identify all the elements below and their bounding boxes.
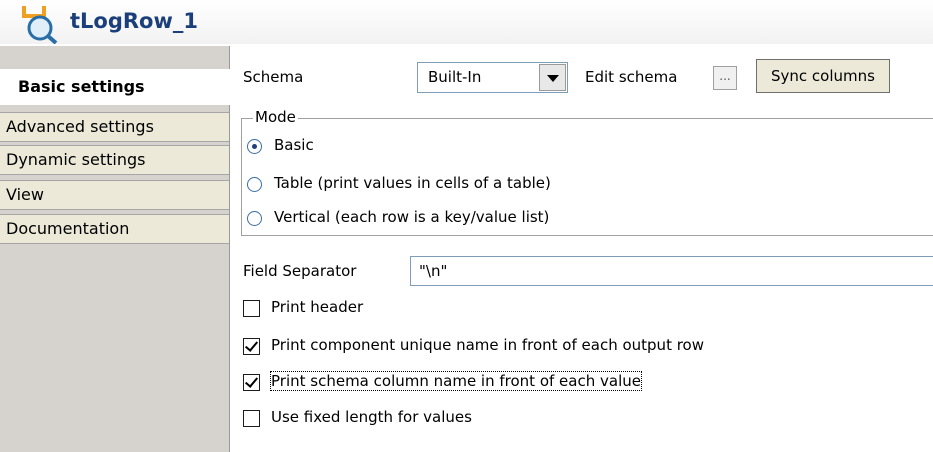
mode-radio-label: Table (print values in cells of a table) [274, 174, 551, 192]
checkbox-label: Use fixed length for values [271, 408, 472, 426]
log-row-magnifier-icon [22, 6, 58, 44]
edit-schema-label: Edit schema [585, 68, 678, 86]
checkbox-checked-icon[interactable] [243, 374, 260, 391]
tab-documentation[interactable]: Documentation [0, 214, 229, 244]
mode-legend: Mode [253, 108, 298, 126]
checkbox-unchecked-icon[interactable] [243, 410, 260, 427]
edit-schema-button[interactable]: ... [713, 66, 737, 90]
radio-unchecked-icon[interactable] [247, 177, 262, 192]
mode-radio-label: Basic [274, 136, 314, 154]
tab-view[interactable]: View [0, 180, 229, 210]
view-title-bar: tLogRow_1 [0, 0, 933, 44]
tab-advanced-settings[interactable]: Advanced settings [0, 112, 229, 142]
tab-basic-settings[interactable]: Basic settings [0, 69, 230, 105]
field-separator-label: Field Separator [243, 262, 357, 280]
radio-checked-icon[interactable] [247, 139, 262, 154]
schema-select[interactable]: Built-In [417, 62, 568, 93]
settings-sidebar [0, 46, 230, 452]
schema-select-value: Built-In [428, 68, 482, 86]
tab-dynamic-settings[interactable]: Dynamic settings [0, 145, 229, 175]
checkbox-checked-icon[interactable] [243, 338, 260, 355]
checkbox-unchecked-icon[interactable] [243, 300, 260, 317]
sync-columns-button[interactable]: Sync columns [756, 59, 890, 93]
mode-radio-label: Vertical (each row is a key/value list) [274, 208, 550, 226]
field-separator-input[interactable]: "\n" [410, 256, 933, 286]
checkbox-label: Print schema column name in front of eac… [270, 371, 642, 391]
checkbox-label: Print component unique name in front of … [271, 336, 705, 354]
checkbox-label: Print header [271, 298, 364, 316]
radio-unchecked-icon[interactable] [247, 211, 262, 226]
schema-label: Schema [243, 68, 304, 86]
chevron-down-icon[interactable] [539, 64, 566, 91]
component-title: tLogRow_1 [70, 9, 198, 33]
